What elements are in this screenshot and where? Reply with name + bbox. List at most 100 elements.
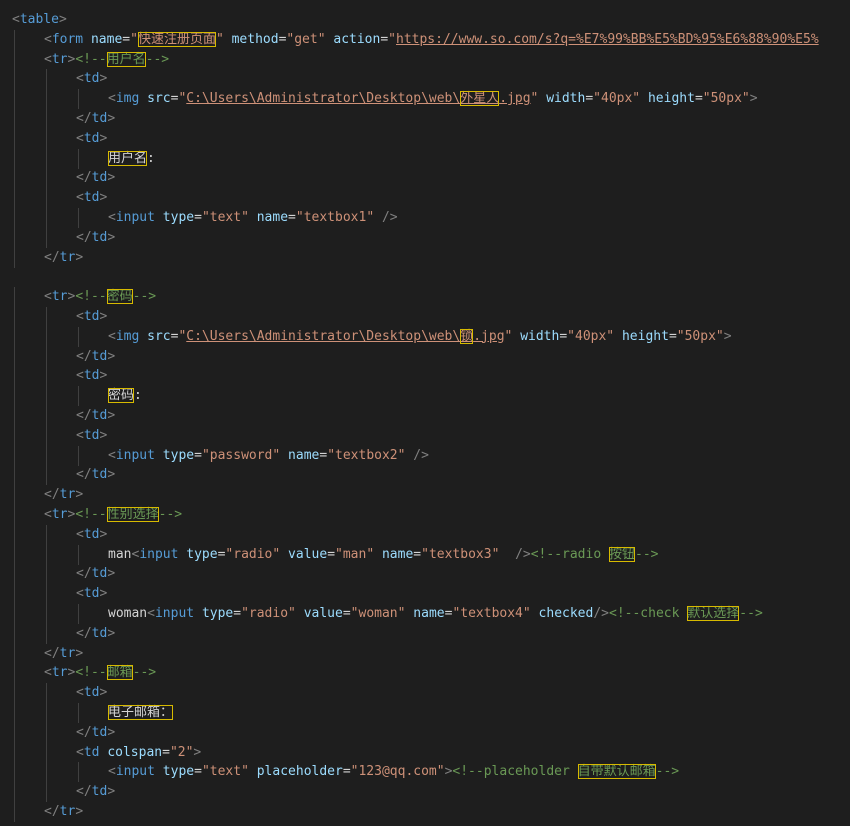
code-line-content: 用户名: [108, 149, 155, 169]
code-token: src [147, 91, 171, 107]
code-token: --> [158, 507, 183, 522]
code-token: type [162, 210, 195, 225]
code-token: td [91, 170, 108, 186]
code-token: " [130, 31, 138, 47]
indent-guide [14, 406, 15, 426]
code-token: 默认选择 [687, 606, 740, 621]
code-token: </ [44, 249, 60, 265]
code-token: </ [76, 170, 92, 186]
indent-guide [14, 623, 15, 644]
code-token: </ [76, 724, 92, 740]
code-token: 按钮 [609, 546, 636, 562]
code-token: "textbox3" [421, 546, 500, 562]
code-token: </ [76, 566, 92, 582]
code-token: width [546, 91, 586, 107]
code-token: > [749, 91, 758, 107]
code-token: < [76, 685, 84, 701]
code-editor[interactable]: <table> <form name="快速注册页面" method="get" … [0, 0, 850, 826]
code-token: </ [76, 229, 92, 245]
code-token: img [115, 91, 140, 107]
code-token: C:\Users\Administrator\Desktop\web\ [186, 91, 461, 107]
indent-guide [46, 762, 47, 783]
indent-guide [14, 128, 15, 149]
code-token: td [91, 408, 108, 423]
code-token: --> [635, 546, 659, 562]
indent-guide [78, 445, 79, 466]
code-token: 外星人 [460, 91, 500, 107]
code-token: < [44, 507, 52, 522]
code-token: = [194, 447, 202, 463]
code-token: > [75, 249, 84, 265]
code-token: input [139, 546, 179, 562]
code-line-content: </td> [76, 782, 115, 802]
indent-guide [14, 742, 15, 763]
code-token: tr [59, 645, 76, 661]
code-token: src [147, 328, 171, 344]
code-token: td [83, 427, 100, 443]
code-token: "123@qq.com" [350, 764, 445, 780]
code-token: width [520, 328, 560, 344]
code-line-content: <form name="快速注册页面" method="get" action=… [44, 30, 819, 50]
code-token: : [147, 150, 155, 166]
indent-guide [46, 782, 47, 803]
code-token: < [44, 665, 52, 681]
code-token: td [91, 566, 108, 582]
code-token: = [342, 764, 351, 780]
code-token: = [122, 31, 131, 47]
indent-guide [14, 465, 15, 486]
indent-guide [14, 227, 15, 248]
code-token: = [162, 744, 170, 760]
code-line-content: </td> [76, 347, 115, 367]
indent-guide [14, 544, 15, 565]
code-token: tr [59, 249, 76, 265]
indent-guide [46, 346, 47, 367]
code-token: < [44, 31, 52, 47]
indent-guide [14, 802, 15, 822]
code-token: = [319, 447, 328, 463]
code-token: < [108, 764, 116, 780]
code-token: > [107, 111, 116, 126]
code-token: > [107, 348, 116, 364]
code-token: .jpg [499, 91, 531, 107]
code-token: 邮箱 [106, 665, 133, 681]
code-token: = [559, 328, 568, 344]
code-token: < [76, 586, 84, 602]
code-token: 密码 [108, 388, 135, 404]
code-line-content: woman<input type="radio" value="woman" n… [108, 604, 763, 624]
code-token: < [76, 526, 84, 542]
code-token: "radio" [241, 606, 296, 621]
code-line-content: <td> [76, 525, 107, 545]
indent-guide [46, 445, 47, 466]
code-token: --> [739, 606, 763, 621]
code-token: td [83, 71, 100, 87]
code-token: "man" [335, 546, 375, 562]
code-token: --> [132, 289, 157, 305]
indent-guide [46, 544, 47, 565]
code-token: colspan [107, 744, 163, 760]
code-token: type [201, 606, 234, 621]
code-line-content: <input type="text" name="textbox1" /> [108, 208, 398, 228]
code-token: </ [44, 487, 60, 503]
code-token: > [75, 487, 84, 503]
indent-guide [78, 762, 79, 783]
code-token: <!--placeholder [452, 764, 578, 780]
code-token: "40px" [567, 328, 615, 344]
code-token: td [91, 625, 108, 641]
code-token: > [107, 724, 116, 740]
code-token: type [162, 764, 195, 780]
code-token: https://www.so.com/s?q=%E7%99%BB%E5%BD%9… [396, 31, 819, 47]
indent-guide [46, 307, 47, 327]
indent-guide [14, 29, 15, 50]
code-line-content: <tr><!--邮箱--> [44, 663, 156, 683]
code-line-content: <td> [76, 188, 107, 208]
code-line-content: <td> [76, 307, 107, 327]
code-token: = [380, 31, 389, 47]
code-token: = [194, 764, 202, 780]
indent-guide [46, 227, 47, 248]
code-token: "text" [201, 764, 249, 780]
